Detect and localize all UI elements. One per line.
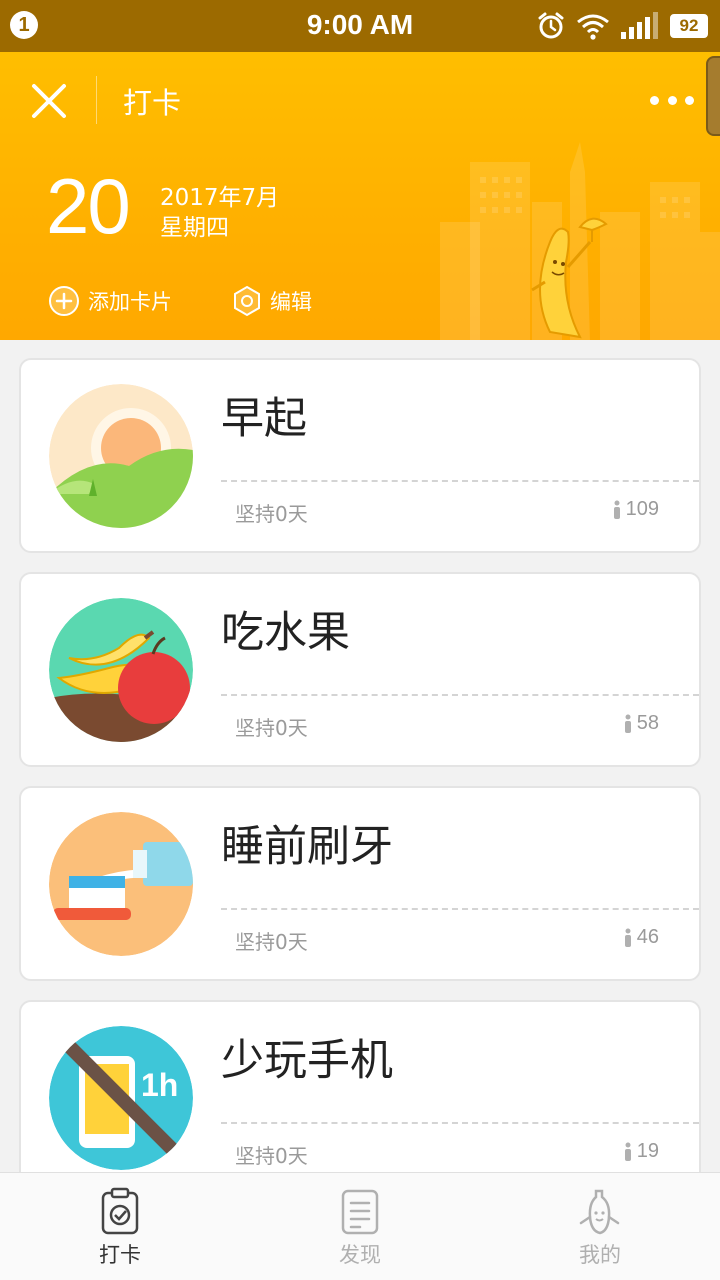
habit-streak: 坚持0天 xyxy=(235,716,308,740)
battery-icon: 92 xyxy=(670,14,708,38)
habit-title: 睡前刷牙 xyxy=(221,822,393,872)
wifi-icon xyxy=(577,14,609,40)
no-phone-icon: 1h xyxy=(49,1026,193,1170)
habit-card-list: 早起 坚持0天 109 吃水果 坚持0天 58 睡前刷牙 坚持0天 46 1h … xyxy=(0,340,720,1172)
person-icon xyxy=(624,1142,631,1161)
tab-discover[interactable]: 发现 xyxy=(240,1173,480,1280)
dot-icon xyxy=(650,95,659,105)
clipboard-check-icon xyxy=(101,1187,139,1235)
date-day: 20 xyxy=(46,162,131,250)
status-bar: 1 9:00 AM 92 xyxy=(0,0,720,52)
header-divider xyxy=(96,76,97,124)
divider xyxy=(221,908,699,910)
page-header: 打卡 20 2017年7月 星期四 添加卡片 编辑 xyxy=(0,52,720,340)
bottom-tab-bar: 打卡 发现 我的 xyxy=(0,1172,720,1280)
document-list-icon xyxy=(341,1189,379,1235)
city-skyline-illustration xyxy=(440,142,720,340)
phone-limit-text: 1h xyxy=(141,1067,178,1103)
habit-card[interactable]: 睡前刷牙 坚持0天 46 xyxy=(19,786,701,981)
participant-count-value: 109 xyxy=(625,498,659,520)
toothbrush-icon xyxy=(49,812,193,956)
participant-count-value: 46 xyxy=(636,926,659,948)
dot-icon xyxy=(685,95,694,105)
plus-circle-icon xyxy=(49,286,79,316)
person-icon xyxy=(613,500,620,519)
habit-streak: 坚持0天 xyxy=(235,930,308,954)
participant-count-value: 19 xyxy=(636,1140,659,1162)
habit-card[interactable]: 早起 坚持0天 109 xyxy=(19,358,701,553)
side-handle[interactable] xyxy=(706,56,720,136)
hexagon-gear-icon xyxy=(234,285,260,317)
habit-streak: 坚持0天 xyxy=(235,1144,308,1168)
add-card-label: 添加卡片 xyxy=(88,290,172,314)
habit-title: 吃水果 xyxy=(221,608,350,658)
habit-card[interactable]: 1h 少玩手机 坚持0天 19 xyxy=(19,1000,701,1172)
habit-title: 早起 xyxy=(221,394,307,444)
status-icons: 92 xyxy=(536,10,708,42)
person-icon xyxy=(624,928,631,947)
participant-count: 58 xyxy=(623,712,659,735)
edit-button[interactable]: 编辑 xyxy=(232,284,312,318)
participant-count: 109 xyxy=(612,498,659,521)
alarm-icon xyxy=(538,12,564,39)
participant-count: 19 xyxy=(623,1140,659,1163)
person-icon xyxy=(624,714,631,733)
divider xyxy=(221,1122,699,1124)
tab-label: 打卡 xyxy=(99,1243,141,1267)
divider xyxy=(221,694,699,696)
habit-title: 少玩手机 xyxy=(221,1036,393,1086)
signal-icon xyxy=(621,12,658,39)
fruit-icon xyxy=(49,598,193,742)
date-year-month: 2017年7月 xyxy=(160,185,280,211)
habit-card[interactable]: 吃水果 坚持0天 58 xyxy=(19,572,701,767)
close-button[interactable] xyxy=(28,80,70,122)
dot-icon xyxy=(667,95,677,105)
page-title: 打卡 xyxy=(123,86,182,120)
edit-label: 编辑 xyxy=(270,290,312,314)
tab-mine[interactable]: 我的 xyxy=(480,1173,720,1280)
tab-label: 发现 xyxy=(339,1243,381,1267)
participant-count: 46 xyxy=(623,926,659,949)
date-weekday: 星期四 xyxy=(160,215,229,241)
more-options-button[interactable] xyxy=(650,88,694,112)
tab-label: 我的 xyxy=(579,1243,621,1267)
sunrise-icon xyxy=(49,384,193,528)
participant-count-value: 58 xyxy=(636,712,659,734)
tab-checkin[interactable]: 打卡 xyxy=(0,1173,240,1280)
add-card-button[interactable]: 添加卡片 xyxy=(48,284,172,318)
divider xyxy=(221,480,699,482)
banana-mascot-icon xyxy=(579,1189,620,1235)
habit-streak: 坚持0天 xyxy=(235,502,308,526)
